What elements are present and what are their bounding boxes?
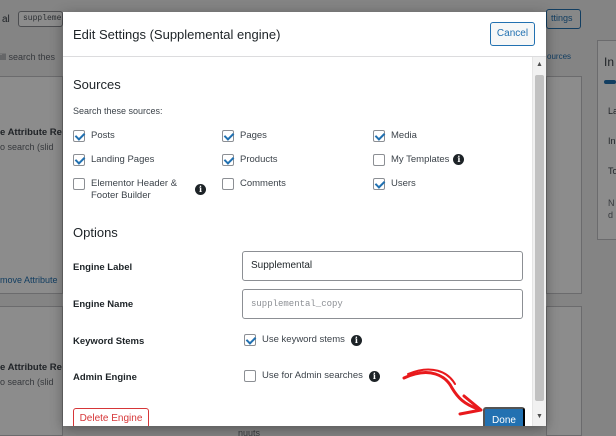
annotation-arrow-icon <box>402 368 483 416</box>
